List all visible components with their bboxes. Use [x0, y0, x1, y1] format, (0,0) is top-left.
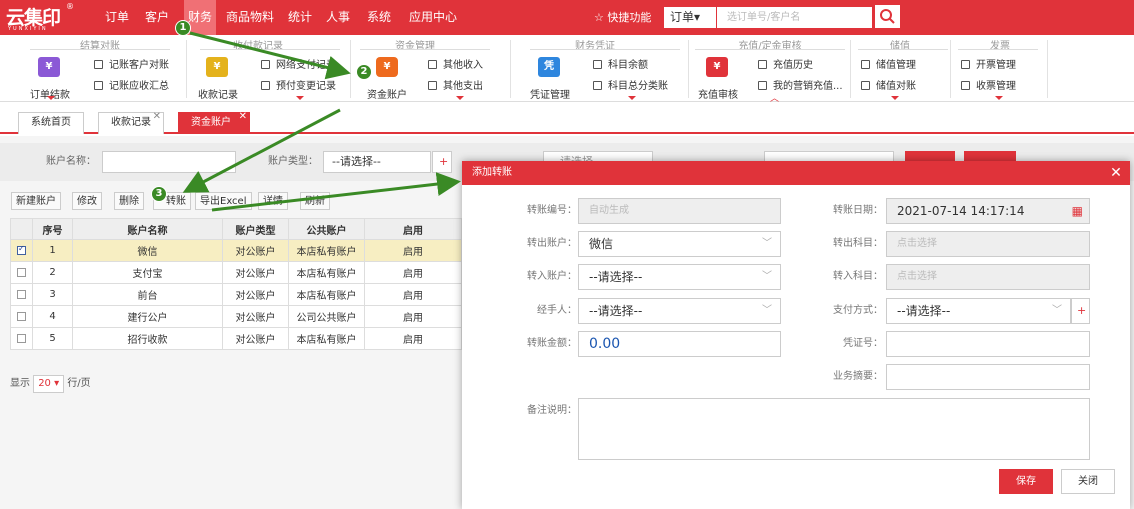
step-badge-2: 2 [356, 64, 372, 80]
arrow-1 [189, 31, 351, 80]
step-badge-3: 3 [151, 186, 167, 202]
step-badge-1: 1 [175, 20, 191, 36]
arrow-2 [182, 108, 341, 193]
arrow-3 [211, 172, 461, 212]
annotation-arrows [182, 31, 461, 212]
